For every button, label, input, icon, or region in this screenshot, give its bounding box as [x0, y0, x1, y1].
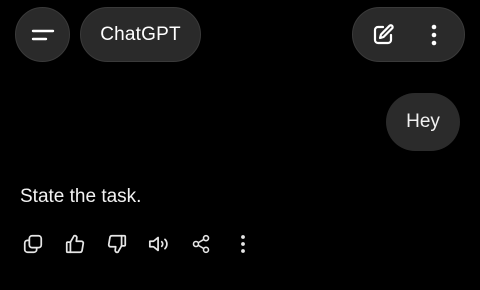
read-aloud-button[interactable] [146, 231, 172, 257]
chat-screen: ChatGPT Hey State the task. [0, 0, 480, 290]
speaker-icon [147, 233, 171, 255]
message-more-button[interactable] [230, 231, 256, 257]
message-actions-toolbar [20, 231, 256, 257]
edit-icon [371, 23, 395, 47]
more-options-button[interactable] [420, 21, 448, 49]
thumbs-down-button[interactable] [104, 231, 130, 257]
menu-button[interactable] [15, 7, 70, 62]
more-vertical-icon [430, 23, 438, 47]
share-button[interactable] [188, 231, 214, 257]
thumbs-up-icon [64, 233, 86, 255]
copy-button[interactable] [20, 231, 46, 257]
user-message-bubble: Hey [386, 93, 460, 151]
more-vertical-icon [240, 234, 246, 254]
thumbs-down-icon [106, 233, 128, 255]
model-selector-button[interactable]: ChatGPT [80, 7, 201, 62]
user-message-text: Hey [406, 111, 440, 132]
menu-icon [31, 26, 55, 44]
header-actions [352, 7, 465, 62]
share-icon [191, 234, 211, 254]
copy-icon [22, 233, 44, 255]
thumbs-up-button[interactable] [62, 231, 88, 257]
new-chat-button[interactable] [369, 21, 397, 49]
app-title: ChatGPT [100, 23, 181, 45]
assistant-message: State the task. [20, 186, 142, 207]
